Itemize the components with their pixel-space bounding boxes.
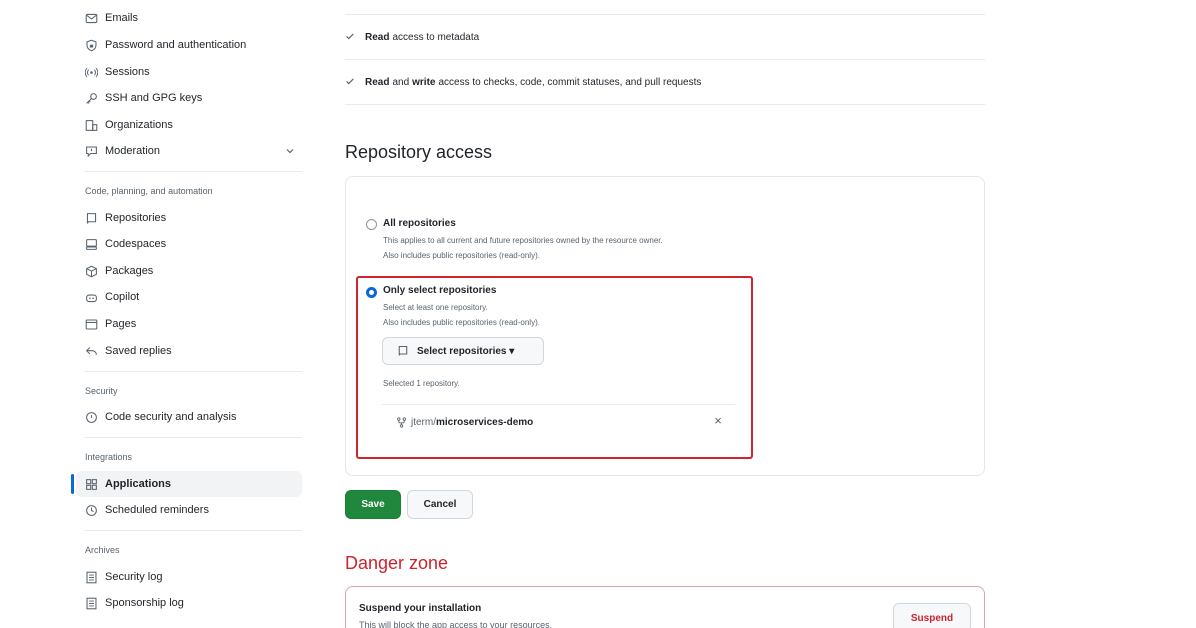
sidebar-group-security: Security <box>85 386 118 396</box>
sidebar-item-moderation[interactable]: Moderation <box>76 138 302 164</box>
sidebar-item-codespaces[interactable]: Codespaces <box>76 231 302 257</box>
package-icon <box>84 264 98 278</box>
sidebar-item-scheduled-reminders[interactable]: Scheduled reminders <box>76 497 302 523</box>
sidebar-item-label: Moderation <box>105 145 161 157</box>
sidebar-item-packages[interactable]: Packages <box>76 258 302 284</box>
permission-text: access to checks, code, commit statuses,… <box>438 76 702 88</box>
sidebar-item-ssh-gpg[interactable]: SSH and GPG keys <box>76 85 302 111</box>
clock-icon <box>84 503 98 517</box>
sidebar-item-label: Saved replies <box>105 345 172 357</box>
sidebar-divider <box>84 530 302 531</box>
sidebar-item-label: Code security and analysis <box>105 411 237 423</box>
radio-only-select[interactable] <box>366 287 377 298</box>
option-title-all: All repositories <box>383 218 456 229</box>
select-repositories-button[interactable]: Select repositories ▾ <box>382 337 544 365</box>
permission-row-metadata: Read access to metadata <box>345 15 985 60</box>
app-settings-page: Emails Password and authentication Sessi… <box>0 0 1196 628</box>
settings-sidebar: Emails Password and authentication Sessi… <box>0 0 310 628</box>
sidebar-item-code-security[interactable]: Code security and analysis <box>76 404 302 430</box>
shield-lock-icon <box>84 38 98 52</box>
browser-icon <box>84 317 98 331</box>
suspend-description: This will block the app access to your r… <box>359 620 553 628</box>
mail-icon <box>84 11 98 25</box>
sidebar-item-label: Repositories <box>105 212 167 224</box>
sidebar-item-label: Security log <box>105 571 163 583</box>
sidebar-divider <box>84 171 302 172</box>
option-desc-select-1: Select at least one repository. <box>383 303 488 312</box>
codespaces-icon <box>84 237 98 251</box>
sidebar-item-sessions[interactable]: Sessions <box>76 59 302 85</box>
option-desc-select-2: Also includes public repositories (read-… <box>383 318 540 327</box>
sidebar-item-password[interactable]: Password and authentication <box>76 32 302 58</box>
select-repositories-label: Select repositories ▾ <box>417 345 515 357</box>
sidebar-group-integrations: Integrations <box>85 452 133 462</box>
permission-row-checks: Read and write access to checks, code, c… <box>345 60 985 105</box>
permission-level: write <box>412 76 436 88</box>
sidebar-group-archives: Archives <box>85 545 120 555</box>
sidebar-item-label: Password and authentication <box>105 39 247 51</box>
sidebar-item-applications[interactable]: Applications <box>71 471 302 497</box>
permission-level: Read <box>365 76 390 88</box>
sidebar-item-emails[interactable]: Emails <box>76 5 302 31</box>
sidebar-group-code: Code, planning, and automation <box>85 186 213 196</box>
check-icon <box>345 76 357 89</box>
sidebar-item-label: Sponsorship log <box>105 597 184 609</box>
remove-repo-icon[interactable]: × <box>711 414 725 428</box>
permission-level: Read <box>365 31 390 43</box>
sidebar-item-pages[interactable]: Pages <box>76 311 302 337</box>
sidebar-item-label: Emails <box>105 12 139 24</box>
log-icon <box>84 570 98 584</box>
sidebar-item-label: Organizations <box>105 119 173 131</box>
suspend-title: Suspend your installation <box>359 603 482 614</box>
sidebar-item-label: Copilot <box>105 291 140 303</box>
sidebar-item-label: Sessions <box>105 66 150 78</box>
option-title-select: Only select repositories <box>383 285 497 296</box>
sidebar-item-sponsorship-log[interactable]: Sponsorship log <box>76 590 302 616</box>
sidebar-item-label: Packages <box>105 265 154 277</box>
check-icon <box>345 31 357 44</box>
option-desc-all-1: This applies to all current and future r… <box>383 236 663 245</box>
sidebar-divider <box>84 371 302 372</box>
sidebar-item-label: Applications <box>105 478 172 490</box>
broadcast-icon <box>84 65 98 79</box>
permission-text: and <box>392 76 410 88</box>
log-icon <box>84 596 98 610</box>
save-button[interactable]: Save <box>345 490 401 519</box>
sidebar-item-saved-replies[interactable]: Saved replies <box>76 338 302 364</box>
repo-icon <box>84 211 98 225</box>
cancel-button[interactable]: Cancel <box>407 490 473 519</box>
sidebar-item-organizations[interactable]: Organizations <box>76 112 302 138</box>
sidebar-item-copilot[interactable]: Copilot <box>76 284 302 310</box>
sidebar-item-label: SSH and GPG keys <box>105 92 203 104</box>
repo-owner: jterm/ <box>411 416 436 428</box>
repo-forked-icon <box>396 416 407 428</box>
sidebar-divider <box>84 437 302 438</box>
repo-icon <box>397 345 409 357</box>
key-icon <box>84 91 98 105</box>
sidebar-item-repositories[interactable]: Repositories <box>76 205 302 231</box>
copilot-icon <box>84 290 98 304</box>
radio-all-repositories[interactable] <box>366 219 377 230</box>
repository-access-title: Repository access <box>345 142 493 162</box>
organization-icon <box>84 118 98 132</box>
chevron-down-icon[interactable] <box>284 145 296 157</box>
sidebar-item-security-log[interactable]: Security log <box>76 564 302 590</box>
permission-text: access to metadata <box>392 31 480 43</box>
repo-name: microservices-demo <box>436 416 534 428</box>
selected-repo-row: jterm/ microservices-demo × <box>382 404 735 439</box>
sidebar-item-label: Scheduled reminders <box>105 504 209 516</box>
selected-count: Selected 1 repository. <box>383 379 460 388</box>
option-desc-all-2: Also includes public repositories (read-… <box>383 251 540 260</box>
reply-icon <box>84 344 98 358</box>
suspend-button[interactable]: Suspend <box>893 603 971 628</box>
codescan-icon <box>84 410 98 424</box>
apps-icon <box>84 477 98 491</box>
sidebar-item-label: Codespaces <box>105 238 167 250</box>
sidebar-item-label: Pages <box>105 318 137 330</box>
danger-zone-title: Danger zone <box>345 553 449 573</box>
report-icon <box>84 144 98 158</box>
